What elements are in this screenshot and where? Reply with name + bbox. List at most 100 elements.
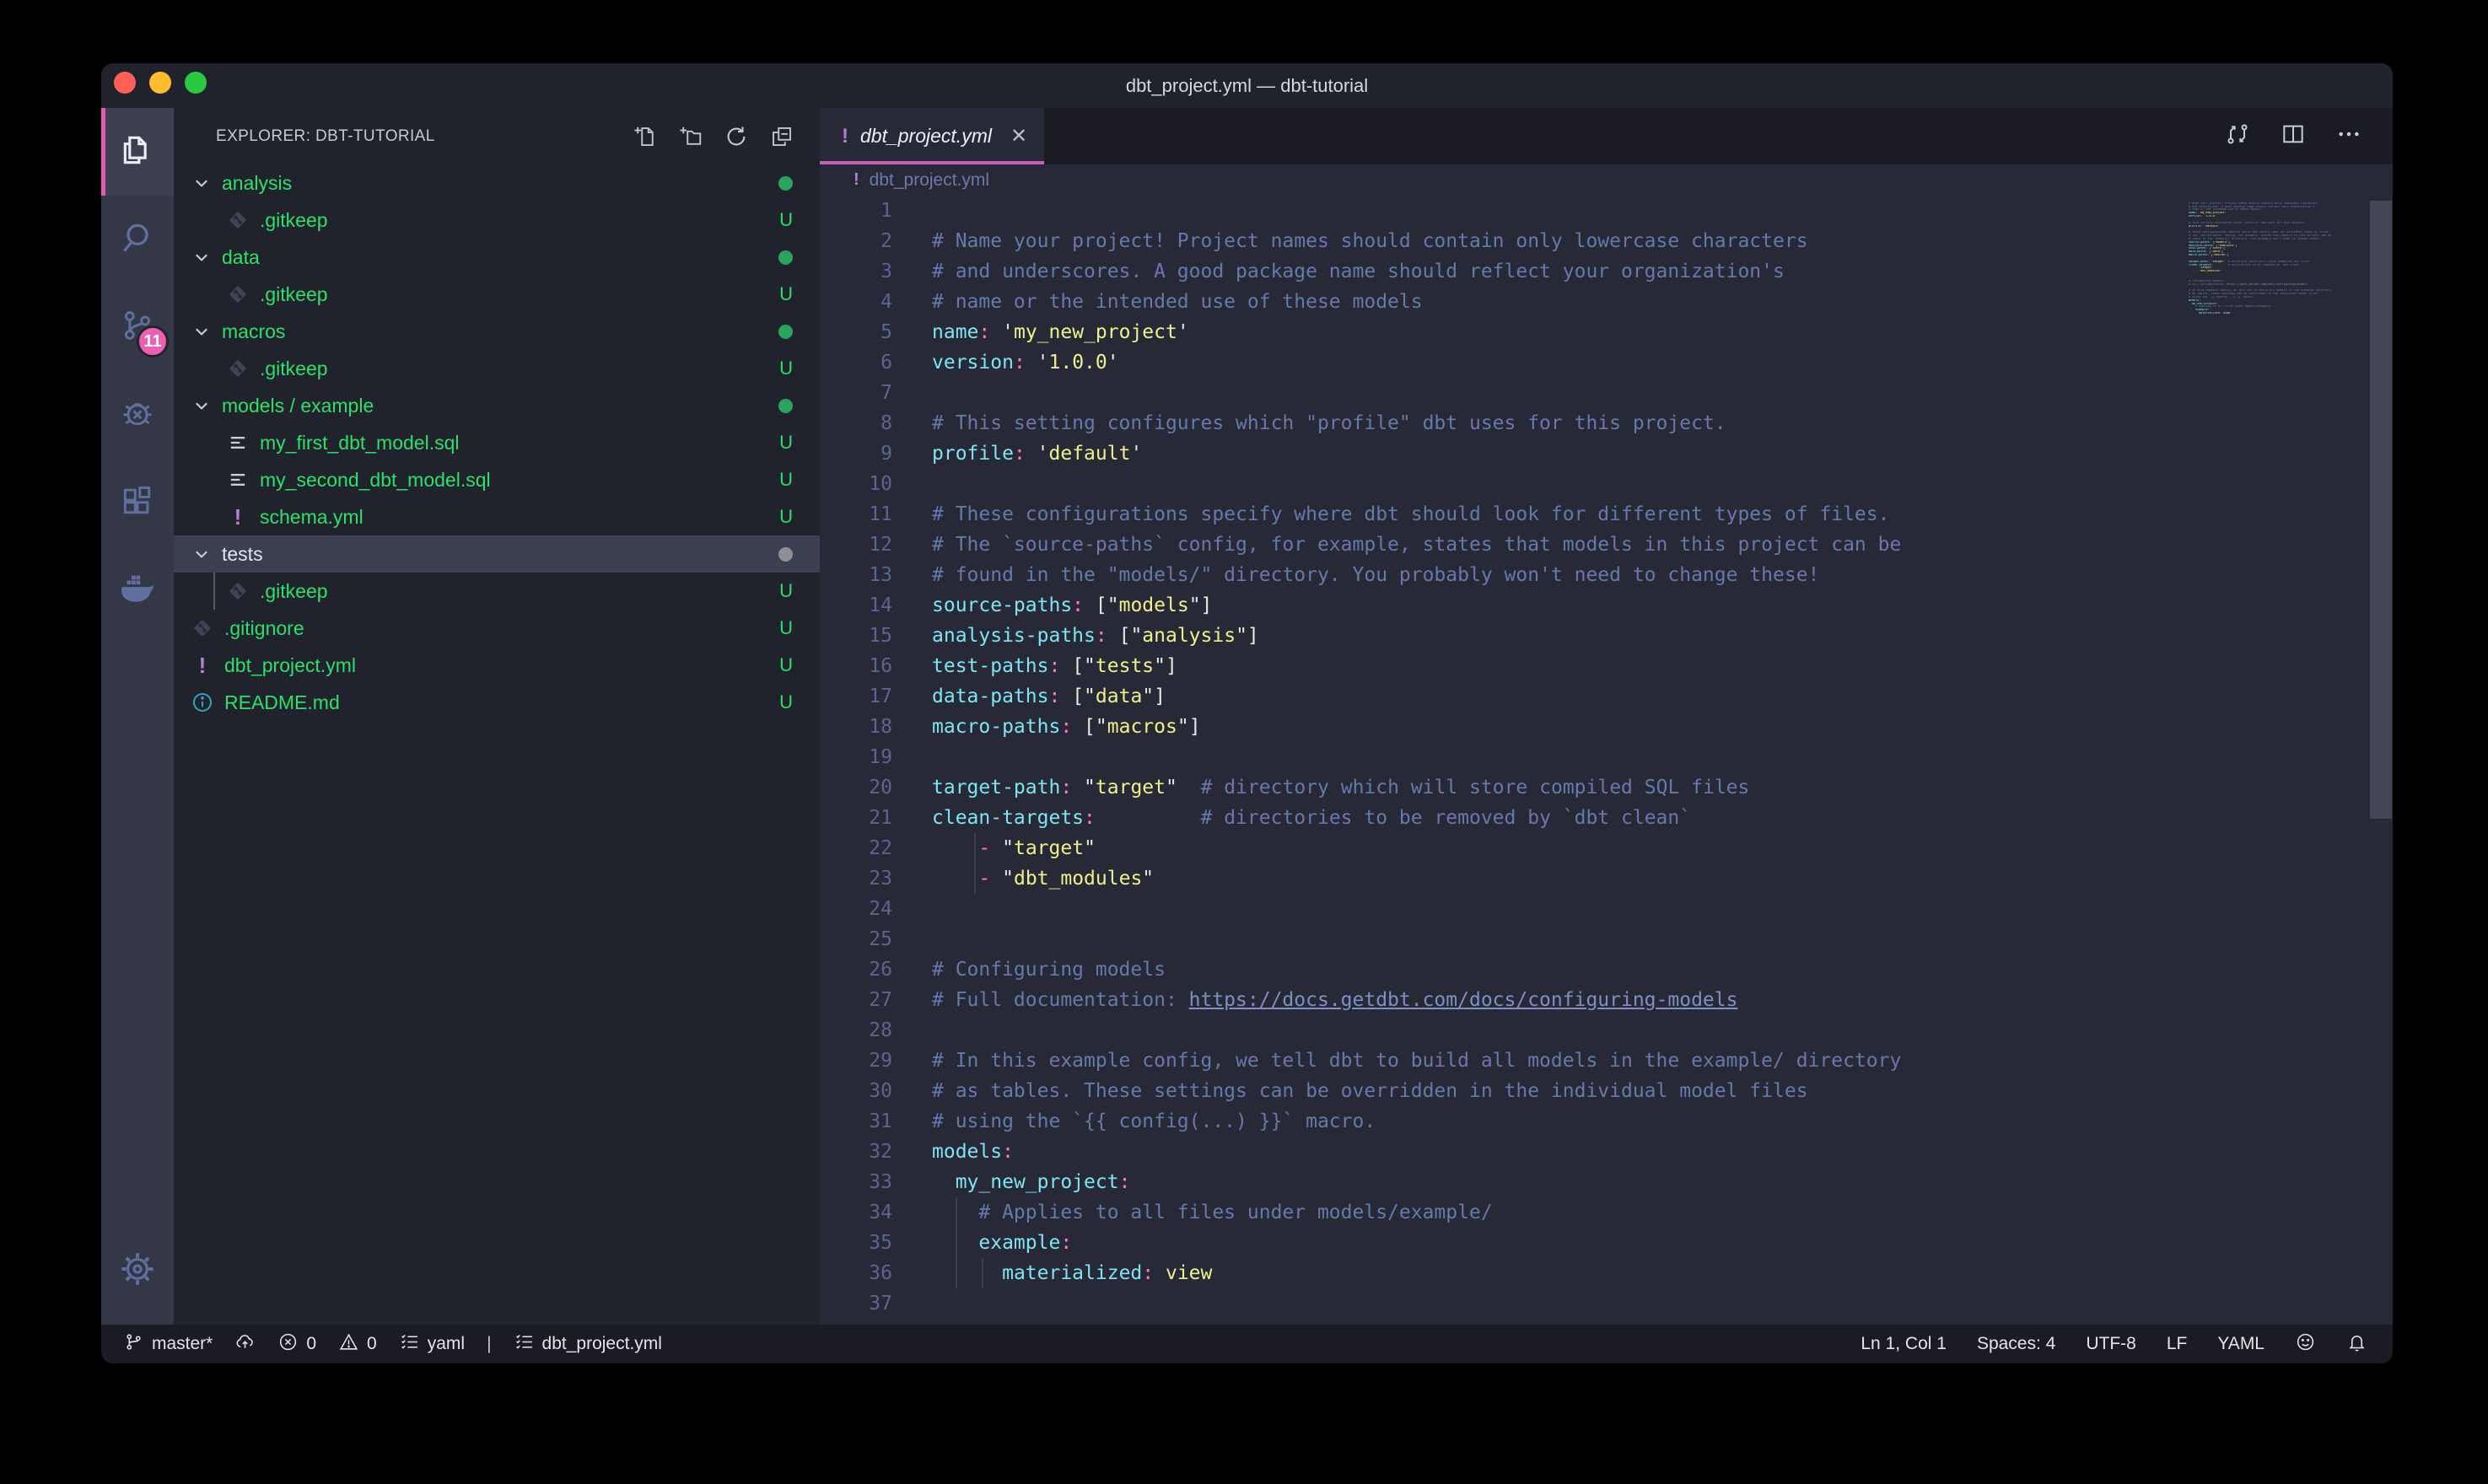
activity-bar-item-explorer[interactable] — [101, 108, 174, 196]
git-untracked-badge: U — [779, 358, 793, 379]
line-number: 21 — [820, 803, 892, 833]
minimap-token: tests — [2213, 247, 2221, 250]
code-token: "] — [1236, 625, 1259, 647]
close-window-button[interactable] — [114, 72, 136, 94]
split-editor-button[interactable] — [2280, 121, 2307, 152]
code-line-29: 29# In this example config, we tell dbt … — [820, 1046, 2393, 1076]
minimap-token: clean-targets — [2189, 264, 2211, 266]
minimap[interactable]: # Name your project! Project names shoul… — [2189, 199, 2367, 319]
code-token: source-paths — [932, 594, 1072, 616]
code-token — [932, 868, 978, 890]
code-token: example — [978, 1232, 1060, 1254]
tree-file-readme-md[interactable]: README.mdU — [174, 684, 820, 721]
error-icon — [277, 1331, 299, 1358]
minimize-window-button[interactable] — [149, 72, 171, 94]
minimap-token: # In this example config, we tell dbt to… — [2189, 289, 2331, 292]
status-language-mode[interactable]: YAML — [2217, 1334, 2265, 1354]
status-indentation[interactable]: Spaces: 4 — [1977, 1334, 2055, 1354]
line-number: 18 — [820, 712, 892, 742]
code-token: models — [1119, 594, 1189, 616]
tree-item-label: models / example — [222, 395, 778, 417]
code-token: : — [1096, 625, 1107, 647]
status-eol[interactable]: LF — [2167, 1334, 2188, 1354]
code-line-27: 27# Full documentation: https://docs.get… — [820, 985, 2393, 1015]
code-token: target — [1096, 777, 1166, 798]
code-token: dbt_modules — [1014, 868, 1142, 890]
activity-bar-item-settings[interactable] — [101, 1232, 174, 1309]
code-line-12: 12# The `source-paths` config, for examp… — [820, 530, 2393, 560]
split-editor-icon — [2280, 121, 2307, 152]
code-token — [932, 837, 978, 859]
git-file-icon — [225, 208, 250, 232]
tree-file--gitignore[interactable]: .gitignoreU — [174, 610, 820, 647]
tree-file--gitkeep[interactable]: .gitkeepU — [174, 202, 820, 239]
editor-scrollbar[interactable] — [2370, 201, 2392, 819]
yaml-warning-icon: ! — [190, 653, 215, 679]
tab-bar: ! dbt_project.yml ✕ — [820, 108, 2393, 164]
minimap-token — [2189, 305, 2195, 308]
status-sync-changes-button[interactable] — [234, 1331, 256, 1358]
code-token: [" — [1119, 625, 1143, 647]
tree-folder-tests[interactable]: tests — [174, 535, 820, 573]
git-untracked-badge: U — [779, 432, 793, 454]
breadcrumb-item-file[interactable]: dbt_project.yml — [870, 170, 989, 191]
more-actions-button[interactable] — [2335, 121, 2362, 152]
code-line-9: 9profile: 'default' — [820, 438, 2393, 469]
code-line-28: 28 — [820, 1015, 2393, 1046]
tree-folder-data[interactable]: data — [174, 239, 820, 276]
tree-file-my-first-dbt-model-sql[interactable]: my_first_dbt_model.sqlU — [174, 424, 820, 461]
tab-dbt-project-yml[interactable]: ! dbt_project.yml ✕ — [820, 108, 1044, 164]
code-token: : — [1084, 807, 1096, 829]
tree-file-dbt-project-yml[interactable]: !dbt_project.ymlU — [174, 647, 820, 684]
minimap-token: version — [2189, 215, 2200, 218]
activity-bar-item-extensions[interactable] — [101, 459, 174, 546]
status-encoding[interactable]: UTF-8 — [2086, 1334, 2136, 1354]
code-editor[interactable]: 12# Name your project! Project names sho… — [820, 196, 2393, 1325]
new-file-icon — [633, 124, 658, 149]
minimap-token: models — [2216, 241, 2227, 244]
code-token: 1.0.0 — [1049, 352, 1107, 374]
line-number: 11 — [820, 499, 892, 530]
tree-file-schema-yml[interactable]: !schema.ymlU — [174, 498, 820, 535]
tree-item-label: analysis — [222, 172, 778, 195]
code-token: default — [1049, 443, 1131, 465]
activity-bar-item-search[interactable] — [101, 196, 174, 283]
tree-folder-macros[interactable]: macros — [174, 313, 820, 350]
zoom-window-button[interactable] — [185, 72, 207, 94]
tree-folder-models-example[interactable]: models / example — [174, 387, 820, 424]
tree-file--gitkeep[interactable]: .gitkeepU — [174, 350, 820, 387]
status-label: YAML — [2217, 1334, 2265, 1354]
status-label: master* — [152, 1334, 213, 1354]
status-git-branch-indicator[interactable]: master* — [123, 1331, 213, 1358]
more-actions-icon — [2335, 121, 2362, 152]
status-feedback-button[interactable] — [2295, 1331, 2316, 1358]
code-token: view — [1166, 1262, 1212, 1284]
open-changes-button[interactable] — [2224, 121, 2251, 152]
status-yaml-outline-indicator[interactable]: yaml — [399, 1331, 465, 1358]
code-token — [1072, 777, 1084, 798]
status-notifications-button[interactable] — [2346, 1331, 2367, 1358]
activity-bar-item-docker[interactable] — [101, 546, 174, 634]
activity-bar-item-source-control[interactable]: 11 — [101, 283, 174, 371]
code-token: " — [1084, 837, 1096, 859]
refresh-explorer-button[interactable] — [724, 124, 749, 149]
line-number: 14 — [820, 590, 892, 621]
code-token: " — [1084, 777, 1096, 798]
code-token: " — [1166, 777, 1177, 798]
new-folder-button[interactable] — [678, 124, 703, 149]
tree-file--gitkeep[interactable]: .gitkeepU — [174, 276, 820, 313]
new-file-button[interactable] — [633, 124, 658, 149]
doc-file-icon — [225, 431, 250, 454]
status-errors-indicator[interactable]: 0 — [277, 1331, 316, 1358]
activity-bar-item-run-debug[interactable] — [101, 371, 174, 459]
collapse-folders-button[interactable] — [769, 124, 794, 149]
status-warnings-indicator[interactable]: 0 — [338, 1331, 377, 1358]
status-file-outline-indicator[interactable]: dbt_project.yml — [514, 1331, 662, 1358]
code-token: profile — [932, 443, 1014, 465]
tree-file-my-second-dbt-model-sql[interactable]: my_second_dbt_model.sqlU — [174, 461, 820, 498]
minimap-line — [2189, 315, 2367, 319]
tree-file--gitkeep[interactable]: .gitkeepU — [174, 573, 820, 610]
close-tab-icon[interactable]: ✕ — [1010, 124, 1027, 148]
tree-folder-analysis[interactable]: analysis — [174, 164, 820, 202]
status-cursor-position[interactable]: Ln 1, Col 1 — [1861, 1334, 1947, 1354]
